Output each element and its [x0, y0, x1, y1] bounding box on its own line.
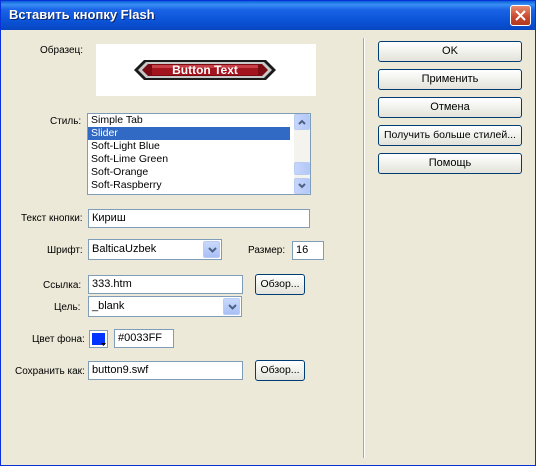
preview-button-text: Button Text [172, 63, 238, 77]
style-list[interactable]: Simple Tab Slider Soft-Light Blue Soft-L… [87, 113, 311, 195]
dropdown-triangle-icon [101, 343, 106, 346]
flash-button-dialog: Вставить кнопку Flash Образец: Button Te… [0, 0, 536, 466]
size-label: Размер: [248, 245, 286, 256]
dialog-body: Образец: Button Text Стиль: Simple Tab S… [4, 30, 532, 464]
chevron-down-icon [208, 247, 217, 253]
chevron-down-icon [298, 183, 306, 189]
sample-label: Образец: [40, 45, 84, 56]
list-item[interactable]: Simple Tab [88, 114, 290, 127]
chevron-up-icon [298, 119, 306, 125]
link-browse-button[interactable]: Обзор... [255, 274, 305, 295]
scroll-thumb[interactable] [294, 162, 310, 175]
close-button[interactable] [510, 5, 531, 26]
style-label: Стиль: [50, 116, 82, 127]
font-select-value: BalticaUzbek [92, 243, 157, 255]
list-item[interactable]: Soft-Orange [88, 166, 290, 179]
window-title: Вставить кнопку Flash [9, 7, 155, 22]
target-select-value: _blank [92, 300, 125, 312]
font-dropdown-button[interactable] [203, 241, 220, 258]
sample-preview: Button Text [96, 44, 316, 96]
style-list-scrollbar[interactable] [294, 114, 310, 194]
list-item[interactable]: Soft-Lime Green [88, 153, 290, 166]
target-dropdown-button[interactable] [223, 298, 240, 315]
save-as-label: Сохранить как: [15, 366, 85, 377]
save-as-input[interactable]: button9.swf [88, 361, 243, 380]
save-as-browse-button[interactable]: Обзор... [255, 360, 305, 381]
button-text-label: Текст кнопки: [21, 213, 83, 224]
target-select[interactable]: _blank [88, 296, 242, 317]
size-input[interactable]: 16 [292, 241, 324, 260]
font-label: Шрифт: [47, 245, 83, 256]
scroll-down-button[interactable] [294, 178, 310, 194]
chevron-down-icon [228, 304, 237, 310]
get-more-styles-button[interactable]: Получить больше стилей... [378, 125, 522, 146]
link-input[interactable]: 333.htm [88, 275, 243, 294]
font-select[interactable]: BalticaUzbek [88, 239, 222, 260]
scroll-up-button[interactable] [294, 114, 310, 130]
help-button[interactable]: Помощь [378, 153, 522, 174]
ok-button[interactable]: OK [378, 41, 522, 62]
bg-color-label: Цвет фона: [32, 334, 85, 345]
bg-color-input[interactable]: #0033FF [114, 329, 174, 348]
vertical-separator [363, 38, 365, 458]
link-label: Ссылка: [43, 280, 82, 291]
apply-button[interactable]: Применить [378, 69, 522, 90]
target-label: Цель: [54, 302, 81, 313]
list-item[interactable]: Soft-Raspberry [88, 179, 290, 192]
button-text-input[interactable]: Кириш [88, 209, 310, 228]
close-icon [515, 10, 526, 21]
title-bar[interactable]: Вставить кнопку Flash [1, 1, 535, 30]
cancel-button[interactable]: Отмена [378, 97, 522, 118]
list-item-selected[interactable]: Slider [88, 127, 290, 140]
list-item[interactable]: Soft-Light Blue [88, 140, 290, 153]
bg-color-picker[interactable] [89, 330, 108, 348]
